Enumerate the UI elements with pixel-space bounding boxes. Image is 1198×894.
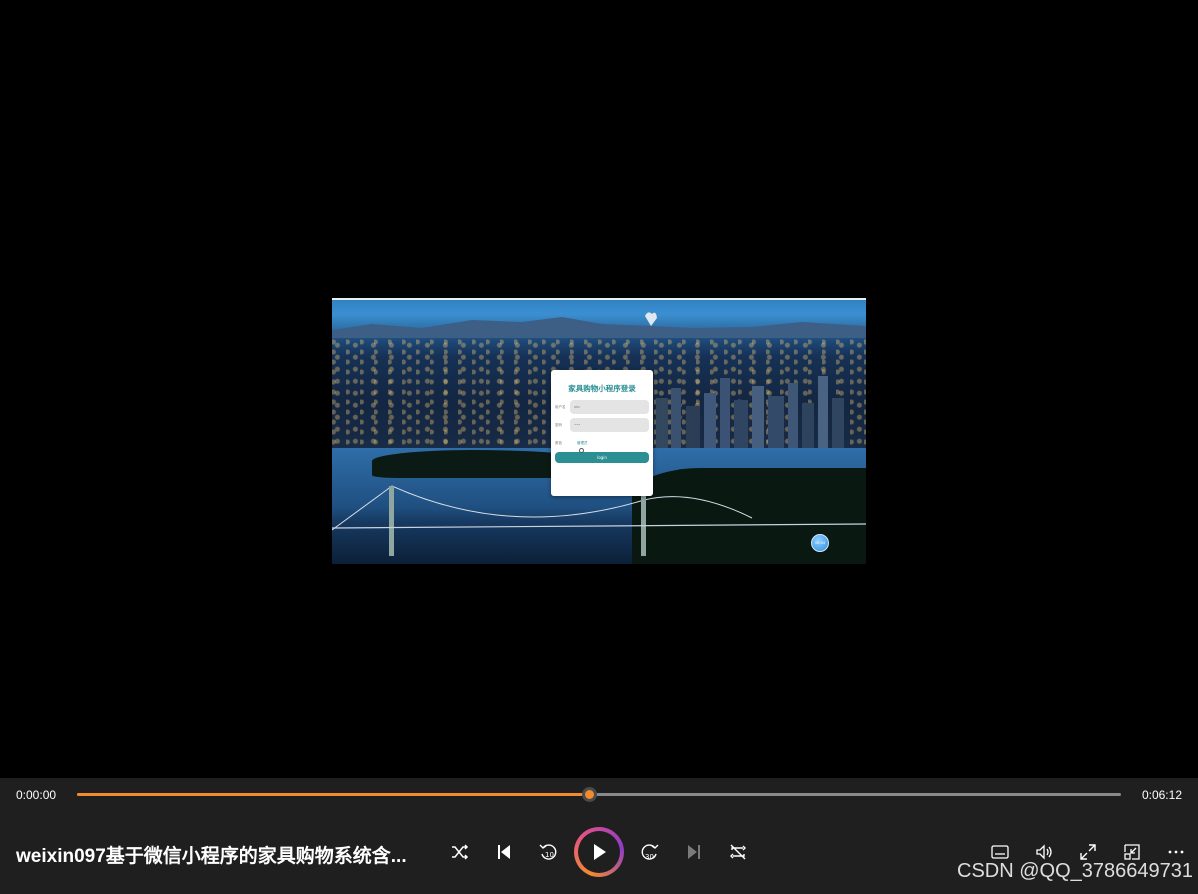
username-input[interactable]: abc [570, 400, 649, 414]
fullscreen-icon [1080, 844, 1096, 860]
previous-icon [498, 845, 510, 859]
forward-30-button[interactable]: 30 [636, 838, 664, 866]
progress-fill [77, 793, 589, 796]
media-controls: 0:00:00 0:06:12 weixin097基于微信小程序的家具购物系统含… [0, 778, 1198, 894]
svg-text:30: 30 [645, 853, 654, 861]
cursor-icon [579, 448, 584, 453]
rewind-10-button[interactable]: 10 [534, 838, 562, 866]
login-button[interactable]: login [555, 452, 649, 463]
watermark: CSDN @QQ_3786649731 [957, 860, 1193, 882]
shuffle-button[interactable] [446, 838, 474, 866]
previous-button[interactable] [490, 838, 518, 866]
login-title: 家具购物小程序登录 [568, 384, 636, 393]
play-icon [594, 844, 606, 860]
floating-badge[interactable]: 00:04 [811, 534, 829, 552]
progress-thumb[interactable] [581, 787, 597, 802]
next-icon [688, 845, 700, 859]
video-frame: 家具购物小程序登录 用户名 abc 密码 ••• 角色 管理员 login 00… [332, 298, 866, 564]
progress-bar[interactable] [77, 787, 1121, 802]
password-input[interactable]: ••• [570, 418, 649, 432]
video-title: weixin097基于微信小程序的家具购物系统含... [16, 846, 407, 867]
mini-player-icon [1124, 844, 1140, 860]
rewind-10-icon: 10 [539, 844, 557, 860]
captions-icon [991, 845, 1009, 859]
play-button[interactable] [574, 827, 624, 877]
shuffle-icon [452, 844, 469, 860]
role-label: 角色 [555, 440, 562, 445]
username-row: 用户名 abc [555, 400, 649, 414]
repeat-off-icon [730, 844, 746, 860]
username-label: 用户名 [555, 404, 566, 409]
total-time: 0:06:12 [1141, 788, 1182, 802]
role-row: 角色 管理员 [555, 436, 649, 450]
video-area[interactable]: 家具购物小程序登录 用户名 abc 密码 ••• 角色 管理员 login 00… [0, 0, 1198, 778]
play-button-inner [578, 831, 620, 873]
repeat-button[interactable] [724, 838, 752, 866]
mountains-graphic [332, 312, 866, 338]
current-time: 0:00:00 [16, 788, 57, 802]
svg-text:10: 10 [545, 851, 554, 859]
forward-30-icon: 30 [641, 844, 659, 861]
role-option-admin[interactable]: 管理员 [577, 441, 588, 446]
more-icon [1168, 850, 1184, 854]
volume-icon [1036, 844, 1052, 860]
password-label: 密码 [555, 422, 562, 427]
frame-top-line [332, 298, 866, 300]
login-card: 家具购物小程序登录 用户名 abc 密码 ••• 角色 管理员 login [551, 370, 653, 496]
city-towers-graphic [656, 376, 844, 458]
next-button[interactable] [680, 838, 708, 866]
password-row: 密码 ••• [555, 418, 649, 432]
